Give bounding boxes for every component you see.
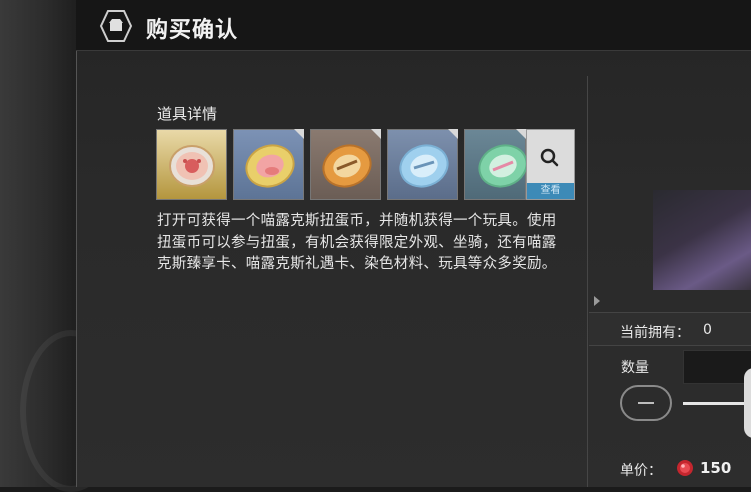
item-preview-image [653,190,751,290]
red-gem-icon [677,460,693,476]
coin-blue-icon [399,144,449,188]
item-description: 打开可获得一个喵露克斯扭蛋币，并随机获得一个玩具。使用扭蛋币可以参与扭蛋，有机会… [157,213,557,272]
dialog-title: 购买确认 [146,18,239,43]
view-button-label: 查看 [527,183,574,199]
coin-pink-icon [169,145,215,187]
coin-yellow-icon [245,144,295,188]
merchant-icon [99,9,133,43]
decrease-quantity-button[interactable] [620,385,672,421]
minus-icon [638,402,654,404]
quantity-slider-handle[interactable] [744,368,751,438]
item-slot-3[interactable] [310,129,381,200]
unit-price-label: 单价： [620,463,662,479]
quantity-input[interactable] [683,350,751,384]
search-icon [540,148,559,167]
item-slot-2[interactable] [233,129,304,200]
background-backdrop [0,0,122,492]
panel-divider [587,76,588,487]
coin-green-icon [478,144,528,188]
coin-orange-icon [322,144,372,188]
item-slot-4[interactable] [387,129,458,200]
item-details-label: 道具详情 [157,105,218,123]
item-slot-1[interactable] [156,129,227,200]
view-button[interactable]: 查看 [526,129,575,200]
item-slot-5[interactable] [464,129,528,200]
unit-price-value: 150 [700,459,732,477]
owned-value: 0 [703,322,712,338]
owned-label: 当前拥有： [620,325,690,341]
quantity-slider[interactable] [683,402,751,405]
expand-arrow-icon[interactable] [594,296,600,306]
quantity-label: 数量 [621,360,649,376]
